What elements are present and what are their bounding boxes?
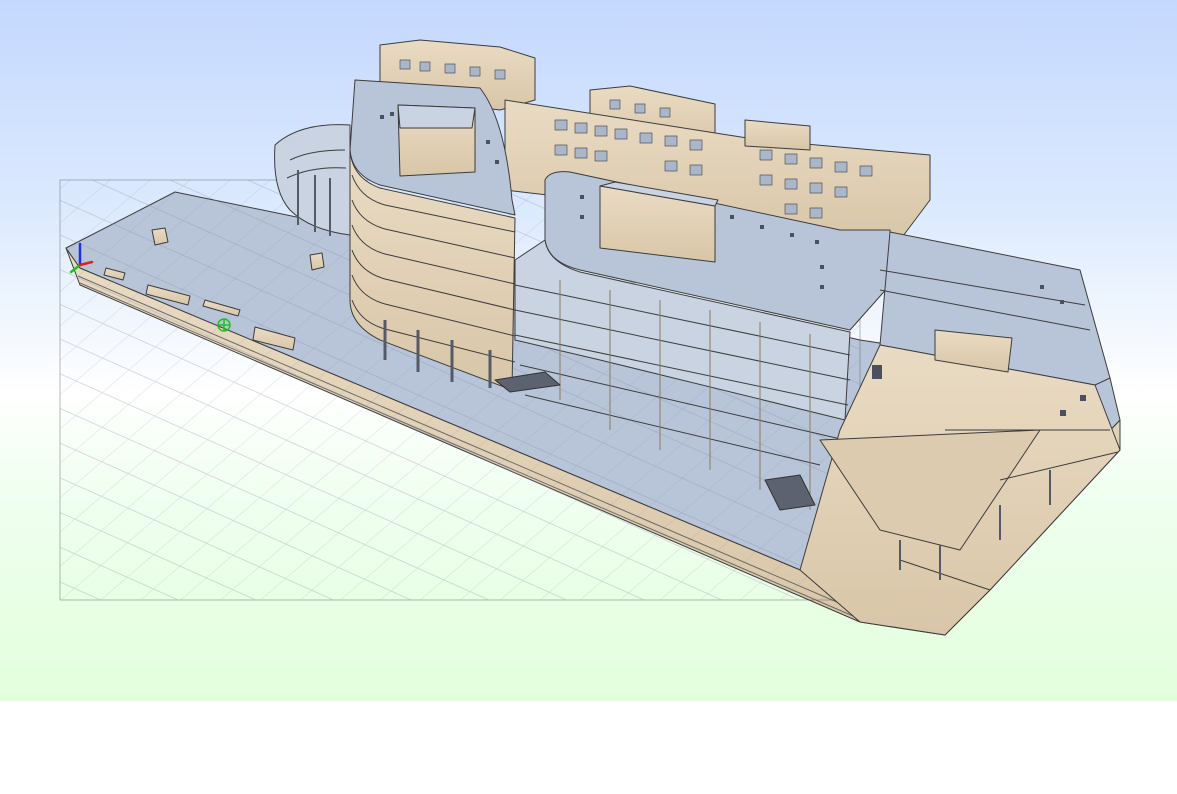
blank-panel bbox=[0, 701, 1177, 794]
orbit-pivot-icon bbox=[217, 318, 231, 332]
3d-viewport[interactable] bbox=[0, 0, 1177, 701]
building-model[interactable] bbox=[0, 0, 1177, 701]
